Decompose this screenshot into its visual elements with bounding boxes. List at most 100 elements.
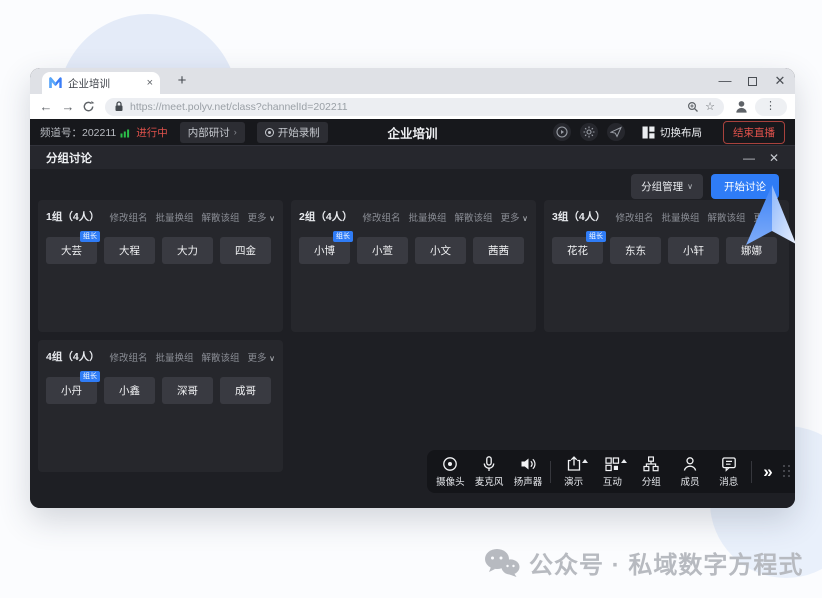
member-chip[interactable]: 成哥 <box>220 377 271 404</box>
lock-icon <box>114 101 124 112</box>
dropdown-up-icon <box>582 459 588 463</box>
profile-avatar-icon[interactable] <box>734 99 749 114</box>
collapse-toolbar-button[interactable]: » <box>755 463 781 480</box>
microphone-button[interactable]: 麦克风 <box>470 455 509 488</box>
layout-grid-icon <box>642 126 655 139</box>
watermark: 公众号 · 私域数字方程式 <box>484 545 803 580</box>
panel-close-icon[interactable]: ✕ <box>769 151 779 165</box>
member-chip[interactable]: 大程 <box>104 237 155 264</box>
batch-move-link[interactable]: 批量换组 <box>155 210 193 224</box>
member-chip[interactable]: 大力 <box>162 237 213 264</box>
group-manage-button[interactable]: 分组管理 ∨ <box>631 174 703 199</box>
grouping-icon <box>642 455 660 473</box>
more-link[interactable]: 更多 ∨ <box>500 210 528 224</box>
browser-menu-button[interactable]: ⋮ <box>755 98 787 116</box>
window-close-icon[interactable]: ✕ <box>773 74 787 88</box>
leader-badge: 组长 <box>80 371 100 382</box>
chevron-down-icon: ∨ <box>269 214 275 223</box>
new-tab-button[interactable]: + <box>172 71 192 91</box>
window-controls: — ✕ <box>718 68 787 94</box>
dissolve-group-link[interactable]: 解散该组 <box>707 210 745 224</box>
panel-minimize-icon[interactable]: — <box>743 151 755 165</box>
group-name: 1组（4人） <box>46 209 100 224</box>
zoom-page-icon[interactable] <box>687 101 699 113</box>
members-button[interactable]: 成员 <box>671 455 710 488</box>
window-maximize-icon[interactable] <box>748 77 757 86</box>
back-icon[interactable]: ← <box>38 99 54 114</box>
member-chip[interactable]: 小丹组长 <box>46 377 97 404</box>
member-chip[interactable]: 小博组长 <box>299 237 350 264</box>
member-chip[interactable]: 小文 <box>415 237 466 264</box>
member-chip[interactable]: 小萱 <box>357 237 408 264</box>
batch-move-link[interactable]: 批量换组 <box>155 350 193 364</box>
url-text: https://meet.polyv.net/class?channelId=2… <box>130 101 681 113</box>
member-chip[interactable]: 茜茜 <box>473 237 524 264</box>
member-chip[interactable]: 小鑫 <box>104 377 155 404</box>
batch-move-link[interactable]: 批量换组 <box>408 210 446 224</box>
bookmark-star-icon[interactable]: ☆ <box>705 100 715 113</box>
discussion-mode-button[interactable]: 内部研讨 › <box>180 122 245 143</box>
window-minimize-icon[interactable]: — <box>718 74 732 88</box>
chevron-down-icon: ∨ <box>522 214 528 223</box>
rename-group-link[interactable]: 修改组名 <box>615 210 653 224</box>
playback-button[interactable] <box>553 123 571 141</box>
record-icon <box>265 128 274 137</box>
live-status-label: 进行中 <box>136 125 168 140</box>
group-discussion-panel: 分组管理 ∨ 开始讨论 1组（4人） 修改组名 批量换组 解散该组 更多 ∨ <box>30 169 795 508</box>
dissolve-group-link[interactable]: 解散该组 <box>201 210 239 224</box>
dissolve-group-link[interactable]: 解散该组 <box>454 210 492 224</box>
rename-group-link[interactable]: 修改组名 <box>362 210 400 224</box>
more-link[interactable]: 更多 ∨ <box>247 210 275 224</box>
group-manage-label: 分组管理 <box>641 179 683 194</box>
browser-window: 企业培训 × + — ✕ ← → https:// <box>30 68 795 508</box>
message-icon <box>720 455 738 473</box>
share-button[interactable] <box>607 123 625 141</box>
end-live-button[interactable]: 结束直播 <box>723 121 785 144</box>
message-button[interactable]: 消息 <box>709 455 748 488</box>
rename-group-link[interactable]: 修改组名 <box>109 350 147 364</box>
address-bar[interactable]: https://meet.polyv.net/class?channelId=2… <box>105 98 724 116</box>
dissolve-group-link[interactable]: 解散该组 <box>201 350 239 364</box>
member-chip[interactable]: 东东 <box>610 237 661 264</box>
leader-badge: 组长 <box>80 231 100 242</box>
batch-move-link[interactable]: 批量换组 <box>661 210 699 224</box>
member-chip[interactable]: 花花组长 <box>552 237 603 264</box>
app-top-bar: 频道号：202211 进行中 内部研讨 › 开始录制 企业培训 <box>30 119 795 145</box>
speaker-button[interactable]: 扬声器 <box>509 455 548 488</box>
toolbar-divider <box>550 461 551 483</box>
watermark-text: 公众号 · 私域数字方程式 <box>529 545 803 580</box>
switch-layout-label: 切换布局 <box>660 125 702 140</box>
settings-button[interactable] <box>580 123 598 141</box>
toolbar-divider <box>751 461 752 483</box>
switch-layout-button[interactable]: 切换布局 <box>642 125 702 140</box>
wechat-icon <box>484 548 520 578</box>
tab-strip: 企业培训 × + — ✕ <box>30 68 795 94</box>
member-chip[interactable]: 小轩 <box>668 237 719 264</box>
start-record-button[interactable]: 开始录制 <box>257 122 328 143</box>
microphone-icon <box>480 455 498 473</box>
tab-close-icon[interactable]: × <box>147 77 153 89</box>
chevron-right-icon: › <box>234 127 237 137</box>
forward-icon[interactable]: → <box>60 99 76 114</box>
interact-button[interactable]: 互动 <box>593 455 632 488</box>
paper-plane-icon <box>610 126 622 138</box>
drag-handle-icon[interactable] <box>783 465 791 478</box>
chevron-down-icon: ∨ <box>269 354 275 363</box>
member-chip[interactable]: 大芸组长 <box>46 237 97 264</box>
rename-group-link[interactable]: 修改组名 <box>109 210 147 224</box>
group-name: 3组（4人） <box>552 209 606 224</box>
reload-icon[interactable] <box>82 100 95 113</box>
mode-label: 内部研讨 <box>188 125 230 140</box>
present-button[interactable]: 演示 <box>554 455 593 488</box>
present-icon <box>565 455 583 473</box>
member-chip[interactable]: 四金 <box>220 237 271 264</box>
camera-icon <box>441 455 459 473</box>
group-name: 2组（4人） <box>299 209 353 224</box>
browser-tab[interactable]: 企业培训 × <box>42 72 160 94</box>
group-card-4: 4组（4人） 修改组名 批量换组 解散该组 更多 ∨ 小丹组长 小鑫 深哥 成哥 <box>38 340 283 472</box>
group-card-1: 1组（4人） 修改组名 批量换组 解散该组 更多 ∨ 大芸组长 大程 大力 四金 <box>38 200 283 332</box>
grouping-button[interactable]: 分组 <box>632 455 671 488</box>
more-link[interactable]: 更多 ∨ <box>247 350 275 364</box>
member-chip[interactable]: 深哥 <box>162 377 213 404</box>
camera-button[interactable]: 摄像头 <box>431 455 470 488</box>
